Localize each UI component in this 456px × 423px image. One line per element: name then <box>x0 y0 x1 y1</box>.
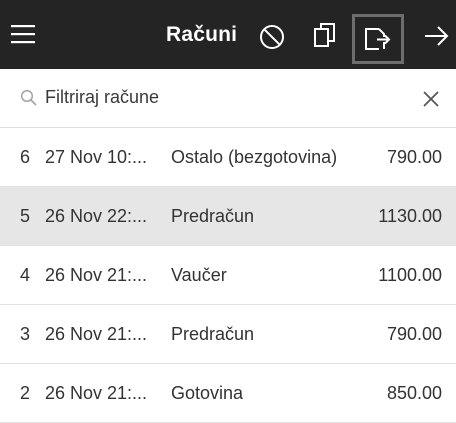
page-title: Računi <box>166 23 238 46</box>
invoice-date: 27 Nov 10:... <box>45 147 148 167</box>
invoice-total: 850.00 <box>386 383 442 403</box>
filter-bar: Filtriraj račune <box>0 69 456 128</box>
search-icon <box>20 89 37 106</box>
invoice-row[interactable]: 2 26 Nov 21:... Gotovina 850.00 <box>0 364 456 423</box>
invoice-list: 6 27 Nov 10:... Ostalo (bezgotovina) 790… <box>0 128 456 423</box>
invoice-date: 26 Nov 21:... <box>45 265 148 285</box>
invoice-type: Predračun <box>171 206 255 226</box>
invoice-total: 790.00 <box>386 147 442 167</box>
invoice-total: 1100.00 <box>378 265 442 285</box>
menu-icon[interactable] <box>11 22 35 46</box>
invoice-type: Vaučer <box>171 265 227 285</box>
invoice-row[interactable]: 6 27 Nov 10:... Ostalo (bezgotovina) 790… <box>0 128 456 187</box>
export-icon <box>365 28 391 50</box>
invoice-row[interactable]: 4 26 Nov 21:... Vaučer 1100.00 <box>0 246 456 305</box>
invoice-date: 26 Nov 22:... <box>45 206 148 226</box>
invoice-number: 6 <box>20 147 31 167</box>
invoice-type: Ostalo (bezgotovina) <box>171 147 338 167</box>
invoice-total: 1130.00 <box>378 206 442 226</box>
app-toolbar: Računi <box>0 0 456 69</box>
filter-input[interactable]: Filtriraj račune <box>45 87 159 108</box>
invoice-number: 2 <box>20 383 31 403</box>
clear-icon[interactable] <box>423 91 439 107</box>
invoice-row[interactable]: 5 26 Nov 22:... Predračun 1130.00 <box>0 187 456 246</box>
invoice-type: Predračun <box>171 324 255 344</box>
arrow-right-icon[interactable] <box>423 24 449 48</box>
copy-icon[interactable] <box>312 21 338 49</box>
cancel-icon[interactable] <box>259 24 285 50</box>
invoice-date: 26 Nov 21:... <box>45 324 148 344</box>
invoice-row[interactable]: 3 26 Nov 21:... Predračun 790.00 <box>0 305 456 364</box>
invoice-type: Gotovina <box>171 383 244 403</box>
invoice-number: 3 <box>20 324 31 344</box>
export-button[interactable] <box>352 14 404 64</box>
invoice-date: 26 Nov 21:... <box>45 383 148 403</box>
invoice-number: 4 <box>20 265 31 285</box>
invoice-total: 790.00 <box>386 324 442 344</box>
invoice-number: 5 <box>20 206 31 226</box>
